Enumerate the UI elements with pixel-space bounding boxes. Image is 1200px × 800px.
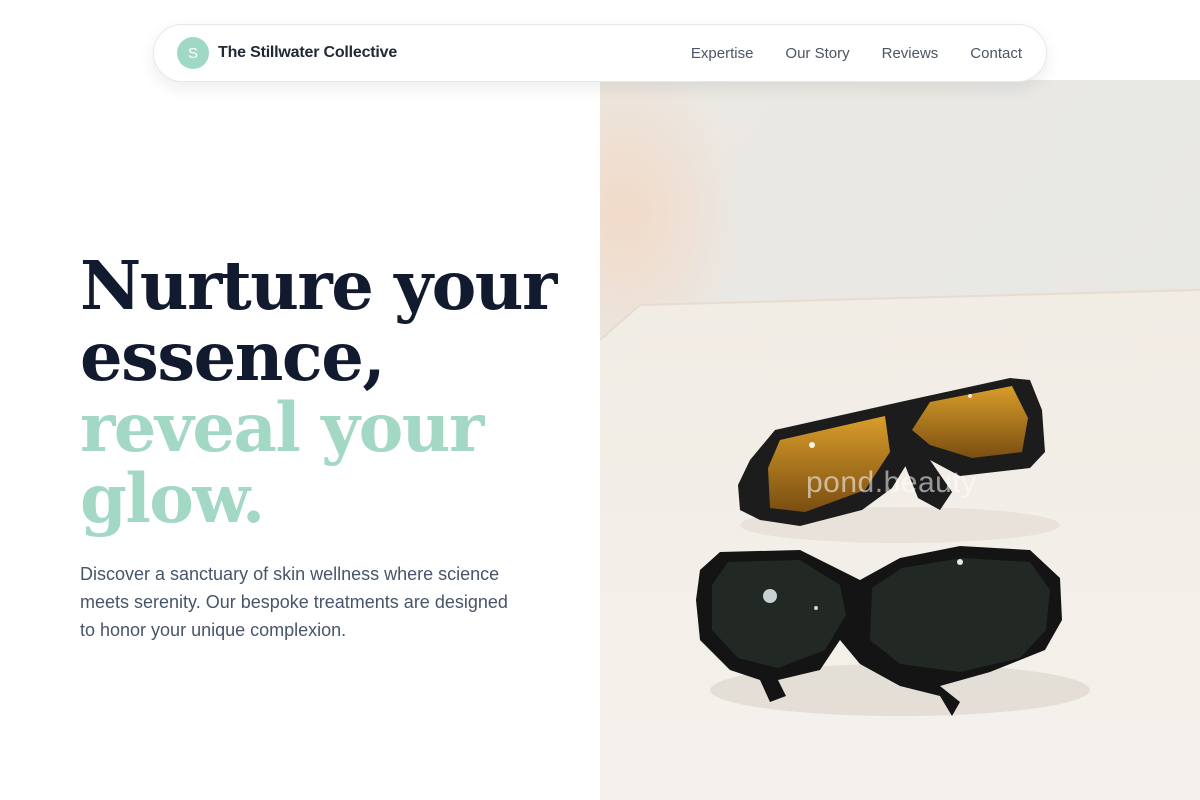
- protective-glasses-photo: [600, 80, 1200, 800]
- nav-link-contact[interactable]: Contact: [970, 45, 1022, 62]
- hero-headline: Nurture your essence, reveal your glow.: [80, 250, 580, 534]
- nav-link-expertise[interactable]: Expertise: [691, 45, 754, 62]
- brand-name[interactable]: The Stillwater Collective: [218, 44, 397, 62]
- image-watermark: pond.beauty: [806, 466, 977, 499]
- headline-line-1: Nurture your: [80, 246, 557, 325]
- headline-line-2: essence,: [80, 317, 386, 396]
- brand-logo[interactable]: S: [177, 37, 209, 69]
- headline-accent-line-2: glow.: [80, 459, 265, 538]
- top-navigation: S The Stillwater Collective Expertise Ou…: [153, 24, 1047, 82]
- brand[interactable]: S The Stillwater Collective: [177, 37, 397, 69]
- headline-accent-line-1: reveal your: [80, 388, 484, 467]
- nav-link-reviews[interactable]: Reviews: [882, 45, 939, 62]
- hero-description: Discover a sanctuary of skin wellness wh…: [80, 564, 508, 640]
- nav-links: Expertise Our Story Reviews Contact: [691, 45, 1022, 62]
- nav-link-our-story[interactable]: Our Story: [785, 45, 849, 62]
- hero-photo: pond.beauty: [600, 80, 1200, 800]
